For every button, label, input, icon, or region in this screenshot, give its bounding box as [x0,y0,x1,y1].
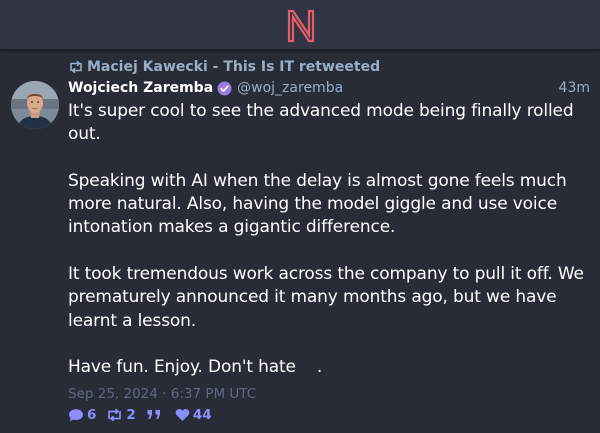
post-paragraph: It's super cool to see the advanced mode… [68,101,574,145]
retweet-icon [106,408,123,422]
heart-icon [175,408,190,422]
post-stats-bar: 6 2 44 [68,405,222,425]
retweet-icon [68,60,84,74]
top-navigation-bar [0,0,600,50]
retweet-count: 2 [126,407,136,423]
post-paragraph: It took tremendous work across the compa… [68,264,584,331]
quote-icon [146,408,162,422]
retweet-header[interactable]: Maciej Kawecki - This Is IT retweeted [68,58,380,76]
post-paragraph: Have fun. Enjoy. Don't hate . [68,357,323,378]
verified-badge-icon [217,81,232,96]
post-paragraph: Speaking with AI when the delay is almos… [68,170,567,238]
relative-timestamp[interactable]: 43m [559,80,590,96]
nitter-logo-icon[interactable] [286,9,316,43]
reply-count: 6 [87,407,97,423]
post-header: Wojciech Zaremba @woj_zaremba 43m [68,78,590,98]
avatar[interactable] [11,81,59,129]
post-content: It's super cool to see the advanced mode… [68,100,594,380]
like-count: 44 [192,407,212,423]
reply-stat[interactable]: 6 [68,407,96,423]
author-display-name[interactable]: Wojciech Zaremba [68,80,213,96]
retweet-stat[interactable]: 2 [106,407,136,423]
comment-icon [68,408,84,422]
post-date[interactable]: Sep 25, 2024 · 6:37 PM UTC [68,386,256,402]
quote-stat[interactable] [146,408,165,422]
author-handle[interactable]: @woj_zaremba [237,80,343,96]
retweeted-by-text: Maciej Kawecki - This Is IT retweeted [87,59,381,75]
like-stat[interactable]: 44 [175,407,212,423]
